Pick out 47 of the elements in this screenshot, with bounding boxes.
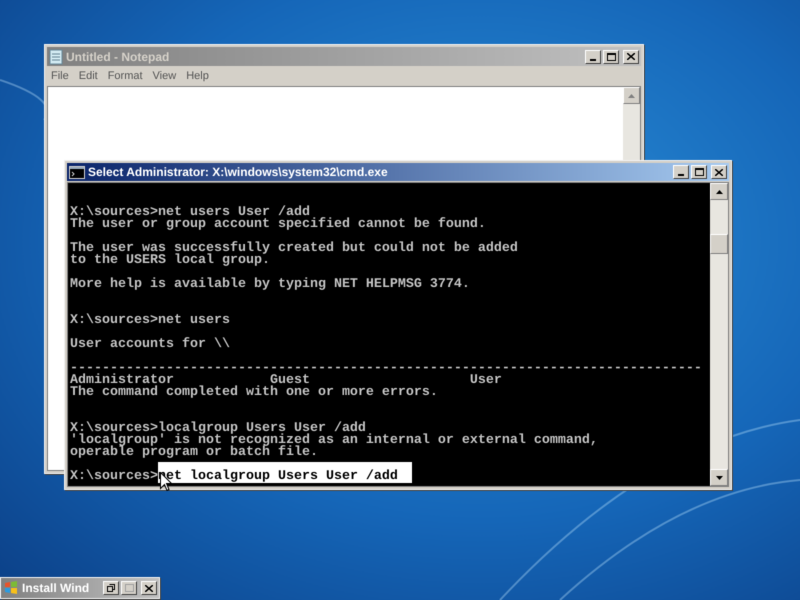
close-button[interactable]: [141, 581, 157, 595]
console-line: X:\sources>net users: [70, 315, 231, 327]
close-icon: [715, 168, 723, 176]
minimize-button[interactable]: [585, 50, 601, 64]
down-arrow-icon: [716, 476, 722, 480]
menu-item[interactable]: Help: [182, 68, 213, 84]
window-title: Install Wind: [22, 580, 90, 597]
console-line: operable program or batch file.: [70, 447, 319, 459]
close-button[interactable]: [623, 50, 639, 64]
window-title: Select Administrator: X:\windows\system32\cmd.exe: [88, 164, 389, 181]
console-line: User accounts for \\: [70, 339, 231, 351]
scroll-up-button[interactable]: [710, 183, 728, 200]
maximize-icon: [606, 52, 616, 60]
menu-item[interactable]: Format: [104, 68, 147, 84]
command-prompt: X:\sources>: [70, 471, 158, 483]
console-icon: [69, 166, 85, 178]
notepad-icon: [49, 48, 63, 64]
menu-item[interactable]: Edit: [74, 68, 102, 84]
close-button[interactable]: [711, 165, 727, 179]
minimized-window[interactable]: Install Wind: [0, 577, 160, 599]
console-line: The command completed with one or more errors.: [70, 387, 439, 399]
maximize-icon: [694, 168, 704, 176]
maximize-button[interactable]: [691, 165, 707, 179]
restore-button[interactable]: [103, 581, 119, 595]
menu-item[interactable]: File: [47, 68, 73, 84]
restore-icon: [107, 584, 115, 592]
scrollbar[interactable]: [710, 183, 728, 486]
minimize-button[interactable]: [673, 165, 689, 179]
windows-logo-icon: [3, 580, 19, 596]
console-line: More help is available by typing NET HELPMSG 3774.: [70, 279, 471, 291]
up-arrow-icon: [716, 190, 722, 194]
scrollbar[interactable]: [623, 87, 640, 159]
scroll-down-button[interactable]: [710, 469, 728, 486]
up-arrow-icon: [628, 94, 635, 98]
minimize-icon: [678, 174, 684, 176]
maximize-icon: [124, 584, 134, 592]
close-icon: [627, 53, 635, 60]
maximize-button[interactable]: [603, 50, 619, 64]
close-icon: [145, 584, 153, 592]
window-title: Untitled - Notepad: [66, 48, 170, 66]
scroll-thumb[interactable]: [710, 234, 728, 254]
console-line: to the USERS local group.: [70, 255, 271, 267]
title-bar[interactable]: Select Administrator: X:\windows\system32\cmd.exe: [67, 163, 729, 181]
minimize-icon: [590, 58, 596, 60]
menu-item[interactable]: View: [148, 68, 180, 84]
console-line: The user or group account specified cannot be found.: [70, 219, 487, 231]
console-line: 'localgroup' is not recognized as an internal or external command,: [70, 435, 599, 447]
